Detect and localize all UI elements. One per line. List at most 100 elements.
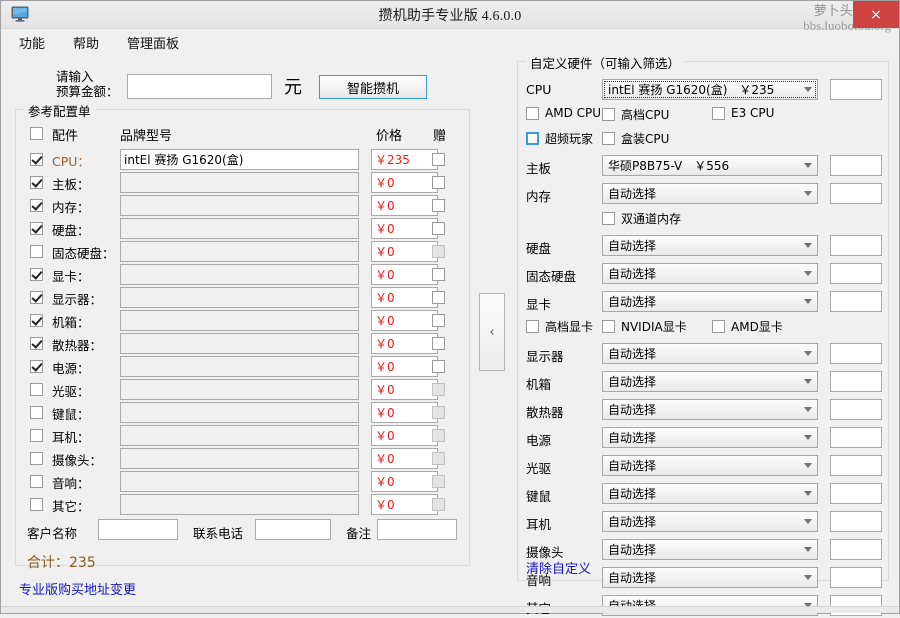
customer-note-input[interactable] <box>377 519 457 540</box>
gpu-filter-checkbox[interactable] <box>712 320 725 333</box>
component-checkbox[interactable] <box>30 498 43 511</box>
cpu-filter-a-2[interactable]: 高档CPU <box>602 106 669 123</box>
chevron-down-icon[interactable] <box>798 184 817 203</box>
chevron-down-icon[interactable] <box>798 428 817 447</box>
memory-filter-1[interactable]: 双通道内存 <box>602 210 681 227</box>
ssd-select[interactable]: 自动选择 <box>602 263 818 284</box>
psu-select[interactable]: 自动选择 <box>602 427 818 448</box>
clear-custom-link[interactable]: 清除自定义 <box>526 558 591 577</box>
gift-checkbox[interactable] <box>432 222 445 235</box>
chevron-down-icon[interactable] <box>798 400 817 419</box>
smart-build-button[interactable]: 智能攒机 <box>319 75 427 99</box>
chevron-down-icon[interactable] <box>798 264 817 283</box>
cpu-select[interactable]: intEl 赛扬 G1620(盒) ￥235 <box>602 79 818 100</box>
component-price-input[interactable] <box>371 218 438 239</box>
hardware-quantity-input[interactable] <box>830 155 882 176</box>
hardware-quantity-input[interactable] <box>830 235 882 256</box>
chevron-down-icon[interactable] <box>798 156 817 175</box>
component-model-input[interactable] <box>120 287 359 308</box>
component-checkbox[interactable] <box>30 383 43 396</box>
cpu-filter-b-checkbox[interactable] <box>602 132 615 145</box>
monitor-select[interactable]: 自动选择 <box>602 343 818 364</box>
hardware-quantity-input[interactable] <box>830 511 882 532</box>
close-icon[interactable]: × <box>853 1 899 28</box>
component-checkbox[interactable] <box>30 429 43 442</box>
component-price-input[interactable] <box>371 448 438 469</box>
component-checkbox[interactable] <box>30 199 43 212</box>
component-model-input[interactable] <box>120 333 359 354</box>
component-checkbox[interactable] <box>30 337 43 350</box>
component-price-input[interactable] <box>371 333 438 354</box>
gift-checkbox[interactable] <box>432 176 445 189</box>
headphone-select[interactable]: 自动选择 <box>602 511 818 532</box>
component-model-input[interactable] <box>120 356 359 377</box>
gpu-filter-3[interactable]: AMD显卡 <box>712 318 783 335</box>
component-price-input[interactable] <box>371 149 438 170</box>
component-price-input[interactable] <box>371 494 438 515</box>
component-model-input[interactable] <box>120 218 359 239</box>
customer-name-input[interactable] <box>98 519 178 540</box>
component-model-input[interactable] <box>120 149 359 170</box>
gift-checkbox[interactable] <box>432 291 445 304</box>
component-model-input[interactable] <box>120 425 359 446</box>
component-model-input[interactable] <box>120 195 359 216</box>
component-checkbox[interactable] <box>30 245 43 258</box>
component-price-input[interactable] <box>371 402 438 423</box>
hardware-quantity-input[interactable] <box>830 399 882 420</box>
cpu-filter-b-checkbox[interactable] <box>526 132 539 145</box>
hardware-quantity-input[interactable] <box>830 183 882 204</box>
component-price-input[interactable] <box>371 471 438 492</box>
component-price-input[interactable] <box>371 172 438 193</box>
pro-purchase-link[interactable]: 专业版购买地址变更 <box>19 579 136 598</box>
gift-checkbox[interactable] <box>432 314 445 327</box>
gift-checkbox[interactable] <box>432 199 445 212</box>
cpu-filter-a-3[interactable]: E3 CPU <box>712 106 774 120</box>
case-select[interactable]: 自动选择 <box>602 371 818 392</box>
component-model-input[interactable] <box>120 310 359 331</box>
component-checkbox[interactable] <box>30 222 43 235</box>
budget-input[interactable] <box>127 74 272 99</box>
cpu-filter-a-checkbox[interactable] <box>712 106 725 120</box>
component-checkbox[interactable] <box>30 153 43 166</box>
menu-item-function[interactable]: 功能 <box>15 31 49 54</box>
chevron-down-icon[interactable] <box>798 344 817 363</box>
component-checkbox[interactable] <box>30 268 43 281</box>
gpu-select[interactable]: 自动选择 <box>602 291 818 312</box>
menu-item-help[interactable]: 帮助 <box>69 31 103 54</box>
component-model-input[interactable] <box>120 402 359 423</box>
component-checkbox[interactable] <box>30 176 43 189</box>
component-model-input[interactable] <box>120 448 359 469</box>
gpu-filter-2[interactable]: NVIDIA显卡 <box>602 318 687 335</box>
memory-select[interactable]: 自动选择 <box>602 183 818 204</box>
cpu-filter-b-1[interactable]: 超频玩家 <box>526 130 593 147</box>
hardware-quantity-input[interactable] <box>830 263 882 284</box>
cooler-select[interactable]: 自动选择 <box>602 399 818 420</box>
chevron-down-icon[interactable] <box>798 484 817 503</box>
component-price-input[interactable] <box>371 425 438 446</box>
speaker-select[interactable]: 自动选择 <box>602 567 818 588</box>
gift-checkbox[interactable] <box>432 153 445 166</box>
component-checkbox[interactable] <box>30 406 43 419</box>
chevron-down-icon[interactable] <box>798 236 817 255</box>
chevron-down-icon[interactable] <box>798 540 817 559</box>
hardware-quantity-input[interactable] <box>830 291 882 312</box>
hardware-quantity-input[interactable] <box>830 427 882 448</box>
chevron-down-icon[interactable] <box>798 568 817 587</box>
cpu-filter-a-checkbox[interactable] <box>526 106 539 120</box>
component-checkbox[interactable] <box>30 475 43 488</box>
gpu-filter-checkbox[interactable] <box>602 320 615 333</box>
component-model-input[interactable] <box>120 494 359 515</box>
component-model-input[interactable] <box>120 241 359 262</box>
select-all-checkbox[interactable] <box>30 127 43 140</box>
menu-item-admin-panel[interactable]: 管理面板 <box>123 31 183 54</box>
component-price-input[interactable] <box>371 241 438 262</box>
component-price-input[interactable] <box>371 264 438 285</box>
gift-checkbox[interactable] <box>432 268 445 281</box>
component-model-input[interactable] <box>120 471 359 492</box>
component-checkbox[interactable] <box>30 452 43 465</box>
motherboard-select[interactable]: 华硕P8B75-V ￥556 <box>602 155 818 176</box>
memory-filter-checkbox[interactable] <box>602 212 615 225</box>
chevron-down-icon[interactable] <box>798 512 817 531</box>
hardware-quantity-input[interactable] <box>830 455 882 476</box>
gpu-filter-1[interactable]: 高档显卡 <box>526 318 593 335</box>
